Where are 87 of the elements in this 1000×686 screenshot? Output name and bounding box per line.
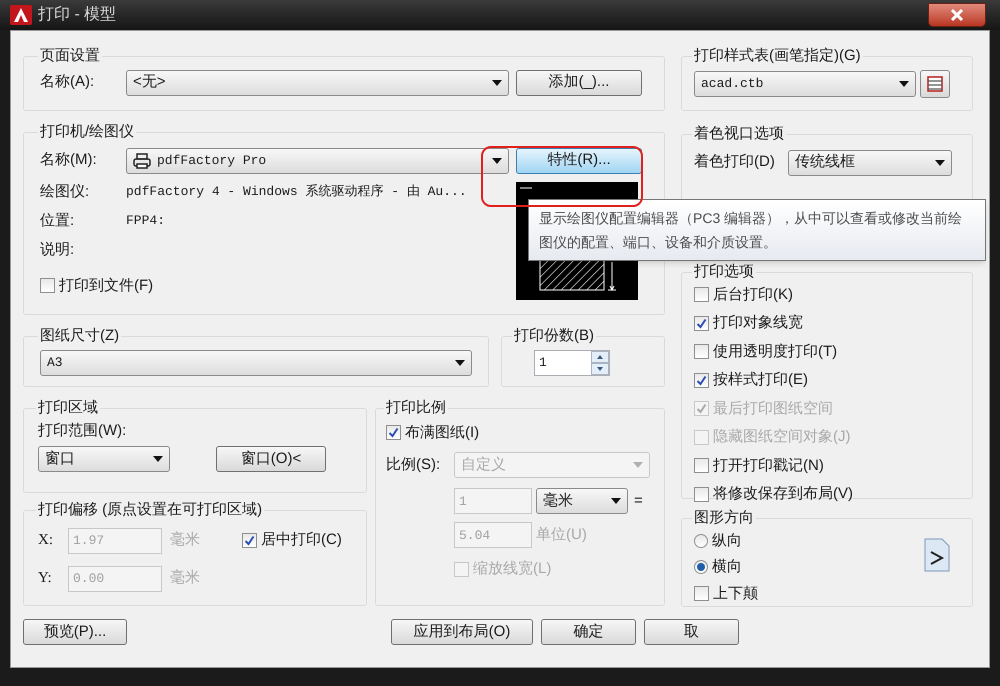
checkbox-label: 打开打印戳记(N) [713, 456, 824, 476]
checkbox[interactable] [694, 586, 709, 602]
group-title: 打印机/绘图仪 [39, 122, 136, 142]
printer-icon [133, 152, 151, 168]
caret-icon [935, 160, 945, 166]
add-button[interactable]: 添加(_)... [516, 70, 642, 96]
info-value: pdfFactory 4 - Windows 系统驱动程序 - 由 Au... [126, 183, 467, 202]
close-icon [951, 9, 963, 21]
field-label: 比例(S): [386, 454, 442, 475]
radio-label: 纵向 [712, 530, 742, 550]
page-icon [924, 538, 950, 572]
caret-icon [492, 158, 502, 164]
plot-range-dropdown[interactable]: 窗口 [38, 446, 170, 472]
checkbox-label: 布满图纸(I) [405, 422, 480, 442]
copies-spinbox[interactable]: 1 [534, 350, 610, 376]
caret-icon [455, 360, 465, 366]
checkbox-label: 使用透明度打印(T) [713, 342, 838, 362]
checkbox-label: 打印对象线宽 [713, 313, 803, 333]
caret-icon [633, 462, 643, 468]
checkbox-label: 按样式打印(E) [713, 370, 808, 390]
printer-dropdown[interactable]: pdfFactory Pro [126, 148, 509, 174]
spinner-arrows-icon[interactable] [591, 350, 609, 374]
field-label: 名称(A): [40, 72, 96, 92]
close-button[interactable] [928, 3, 986, 27]
table-edit-icon [926, 74, 944, 92]
field-label: 着色打印(D) [694, 152, 776, 172]
checkbox[interactable] [694, 344, 709, 360]
caret-icon [153, 456, 163, 462]
group-title: 打印偏移 (原点设置在可打印区域) [37, 500, 264, 520]
properties-button[interactable]: 特性(R)... [516, 148, 642, 174]
field-label: Y: [38, 569, 53, 588]
group-title: 图形方向 [693, 508, 755, 528]
checkbox-label: 居中打印(C) [261, 530, 342, 550]
checkbox-label: 后台打印(K) [713, 284, 793, 304]
caret-icon [899, 80, 909, 86]
checkbox[interactable] [694, 316, 709, 331]
checkbox-label: 上下颠 [713, 584, 758, 604]
window-title: 打印 - 模型 [38, 4, 116, 25]
group-title: 图纸尺寸(Z) [39, 326, 120, 346]
checkbox-label: 缩放线宽(L) [473, 559, 552, 579]
apply-to-layout-button[interactable]: 应用到布局(O) [391, 619, 533, 645]
checkbox[interactable] [694, 486, 709, 502]
group-title: 打印比例 [385, 398, 447, 418]
caret-icon [611, 498, 621, 504]
caret-icon [492, 80, 502, 86]
checkbox-label: 最后打印图纸空间 [713, 398, 833, 418]
edit-style-button[interactable] [920, 70, 950, 98]
unit-label: 毫米 [170, 530, 200, 550]
ok-button[interactable]: 确定 [541, 619, 636, 645]
info-value: FPP4: [126, 212, 166, 230]
field-label: 打印范围(W): [38, 420, 128, 440]
paper-size-dropdown[interactable]: A3 [40, 350, 472, 376]
info-label: 绘图仪: [40, 182, 90, 202]
checkbox-label: 隐藏图纸空间对象(J) [713, 427, 850, 447]
checkbox[interactable] [40, 278, 55, 294]
unit-dropdown[interactable]: 毫米 [536, 488, 628, 514]
shade-plot-dropdown[interactable]: 传统线框 [788, 150, 952, 176]
preview-button[interactable]: 预览(P)... [23, 619, 127, 645]
group-title: 打印区域 [37, 398, 99, 418]
checkbox[interactable] [694, 372, 709, 388]
cancel-button[interactable]: 取 [644, 619, 739, 645]
radio-button[interactable] [694, 560, 708, 574]
unit-label: 毫米 [170, 568, 200, 588]
info-label: 位置: [40, 210, 76, 231]
info-label: 说明: [40, 240, 76, 260]
field-label: 名称(M): [40, 150, 98, 170]
tooltip: 显示绘图仪配置编辑器（PC3 编辑器），从中可以查看或修改当前绘图仪的配置、端口、设备和介质设置。 [528, 199, 986, 261]
group-title: 页面设置 [39, 46, 101, 66]
checkbox[interactable] [694, 458, 709, 474]
style-table-dropdown[interactable]: acad.ctb [694, 70, 916, 96]
radio-label: 横向 [712, 557, 742, 577]
checkbox-label: 将修改保存到布局(V) [713, 484, 853, 504]
page-setup-dropdown[interactable]: <无> [126, 70, 509, 96]
checkbox[interactable] [454, 562, 469, 577]
checkbox-label: 打印到文件(F) [59, 276, 154, 296]
window-button[interactable]: 窗口(O)< [216, 446, 326, 472]
field-label: X: [38, 531, 54, 550]
group-title: 着色视口选项 [693, 124, 785, 144]
equals-sign: = [634, 490, 643, 511]
unit-label: 单位(U) [536, 524, 587, 545]
group-title: 打印样式表(画笔指定)(G) [693, 46, 862, 66]
radio-button[interactable] [694, 534, 708, 548]
group-title: 打印选项 [693, 262, 755, 282]
checkbox[interactable] [386, 425, 401, 440]
app-logo-icon [10, 5, 32, 25]
group-title: 打印份数(B) [513, 326, 595, 346]
checkbox[interactable] [694, 287, 709, 302]
